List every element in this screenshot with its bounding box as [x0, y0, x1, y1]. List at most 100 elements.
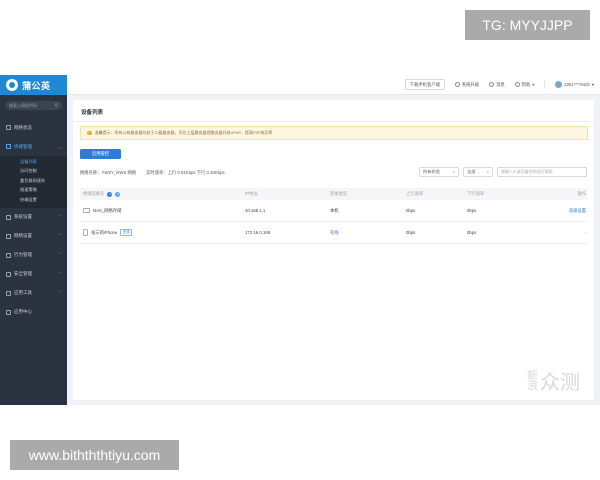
logo[interactable]: 蒲公英 — [0, 75, 67, 95]
sidebar-subitem-terminal-settings[interactable]: 终端设置 — [0, 195, 67, 205]
status-badge: 在线 — [120, 229, 133, 236]
upgrade-link[interactable]: 系统升级 — [454, 81, 480, 88]
overlay-tag-top: TG: MYYJJPP — [465, 10, 590, 40]
table-header: 终端设备名 2 1 IP地址 连接类型 上行速率 下行速率 操作 — [80, 188, 588, 200]
header-upload: 上行速率 — [406, 191, 424, 196]
network-name-value: YWZY_NWS 网络 — [101, 170, 137, 175]
logo-icon — [6, 79, 18, 91]
upgrade-label: 系统升级 — [461, 81, 480, 87]
settings-icon — [6, 214, 11, 220]
sidebar-item-label: 应用工具 — [14, 290, 32, 295]
sidebar-item-label: 应用中心 — [14, 309, 32, 314]
messages-link[interactable]: 消息 — [489, 82, 505, 88]
user-menu[interactable]: 1351****9425 ▾ — [555, 81, 594, 88]
type-filter-select[interactable]: 全部 ∨ — [463, 167, 493, 177]
chevron-down-icon: ▾ — [591, 81, 594, 87]
sidebar-search-placeholder: 搜索入网权代码 — [9, 102, 37, 108]
cell-download: 0bps — [467, 208, 477, 213]
sidebar-item-behavior[interactable]: 行为管理 ﹀ — [0, 246, 67, 265]
avatar — [555, 81, 563, 88]
sidebar-subitem-access-control[interactable]: 访问控制 — [0, 167, 67, 177]
sidebar-item-label: 行为管理 — [14, 252, 32, 257]
sidebar-item-network-settings[interactable]: 网络设置 ﹀ — [0, 227, 67, 246]
network-name-label: 网络名称： — [80, 170, 102, 175]
logo-text: 蒲公英 — [22, 80, 51, 91]
header-ip: IP地址 — [245, 191, 258, 196]
notice-banner: ! 温馨提示：所有公有路由器均处于二级路由器，可在上层路由器把路由器开启UPnP… — [80, 126, 588, 140]
network-icon — [6, 233, 11, 239]
watermark-small-bottom: 浪 — [527, 379, 538, 392]
device-search-input[interactable]: 请输入IP或设备名称进行搜索 — [497, 167, 587, 177]
cell-type: 本机 — [330, 207, 339, 213]
status-filter-select[interactable]: 所有状态 ∨ — [419, 167, 459, 177]
sidebar-item-label: 安全管理 — [14, 271, 32, 276]
device-search-placeholder: 请输入IP或设备名称进行搜索 — [501, 169, 553, 174]
network-info: 网络名称：YWZY_NWS 网络 实时速率：上行 0.61Kbps 下行 0.3… — [80, 170, 225, 176]
chevron-down-icon: ∨ — [486, 170, 489, 174]
count-badge: 2 — [107, 191, 113, 197]
device-name: NAS_网络存储 — [93, 207, 122, 213]
cell-device-name: 张三的iPhone 在线 — [80, 229, 245, 236]
help-label: 帮助 — [521, 81, 531, 87]
sidebar-item-tools[interactable]: 应用工具 ﹀ — [0, 284, 67, 303]
cell-ip: 10.168.1.1 — [245, 208, 266, 213]
sidebar-item-network-status[interactable]: 网络状态 — [0, 118, 67, 137]
chevron-down-icon: ﹀ — [58, 252, 62, 257]
content-card: 设备列表 ! 温馨提示：所有公有路由器均处于二级路由器，可在上层路由器把路由器开… — [73, 100, 594, 400]
realtime-speed: 实时速率：上行 0.61Kbps 下行 0.32Kbps — [146, 170, 225, 176]
sidebar-subitem-load[interactable]: 重负载网速失 — [0, 176, 67, 186]
sidebar-item-app-center[interactable]: 应用中心 — [0, 303, 67, 322]
header-action: 操作 — [577, 191, 586, 196]
type-filter-value: 全部 — [467, 169, 476, 174]
watermark: 新 浪 众测 — [527, 366, 580, 395]
divider — [544, 80, 546, 89]
cell-upload: 0bps — [406, 230, 416, 235]
messages-label: 消息 — [496, 81, 505, 87]
chevron-down-icon: ▾ — [532, 81, 535, 87]
device-name: 张三的iPhone — [91, 229, 118, 235]
network-name: 网络名称：YWZY_NWS 网络 — [80, 170, 136, 176]
watermark-big: 众测 — [540, 372, 580, 394]
chevron-down-icon: ﹀ — [58, 290, 62, 295]
help-link[interactable]: 帮助 ▾ — [514, 81, 535, 88]
apps-icon — [6, 309, 11, 315]
sidebar-subitem-speed-limit[interactable]: 限速策略 — [0, 186, 67, 196]
sidebar-search[interactable]: 搜索入网权代码 ⚲ — [5, 101, 62, 110]
sidebar-item-label: 网络状态 — [14, 124, 32, 130]
shield-icon — [6, 271, 11, 277]
sidebar: 蒲公英 搜索入网权代码 ⚲ 网络状态 终端管理 ︿ 设备列表 访问控制 重负载网… — [0, 75, 67, 405]
sidebar-item-label: 网络设置 — [14, 233, 32, 238]
header-label: 终端设备名 — [83, 191, 105, 196]
help-icon — [514, 82, 520, 87]
notice-text: 温馨提示：所有公有路由器均处于二级路由器，可在上层路由器把路由器开启UPnP，提… — [94, 130, 273, 135]
cell-action: - — [584, 230, 586, 235]
download-client-button[interactable]: 下载手机客户端 — [404, 79, 445, 90]
cell-device-name: NAS_网络存储 — [80, 208, 245, 214]
device-table: 终端设备名 2 1 IP地址 连接类型 上行速率 下行速率 操作 NAS_网络存… — [80, 188, 588, 244]
enable-control-button[interactable]: 启用管控 — [80, 149, 121, 159]
cell-type: 有线 — [330, 229, 339, 235]
phone-icon — [83, 229, 88, 236]
sidebar-item-security[interactable]: 安全管理 ﹀ — [0, 265, 67, 284]
search-icon[interactable]: ⚲ — [54, 103, 58, 109]
chevron-down-icon: ∨ — [452, 170, 455, 174]
overlay-tag-bottom: www.bithththtiyu.com — [10, 440, 179, 470]
cell-ip: 172.16.0.168 — [245, 230, 271, 235]
topbar: 下载手机客户端 系统升级 消息 帮助 ▾ 1351****9425 ▾ — [67, 75, 600, 95]
user-name: 1351****9425 — [564, 82, 590, 87]
sidebar-subitem-device-list[interactable]: 设备列表 — [0, 157, 67, 167]
sidebar-item-device-management[interactable]: 终端管理 ︿ — [0, 137, 67, 156]
header-download: 下行速率 — [467, 191, 485, 196]
sidebar-item-system-settings[interactable]: 系统设置 ﹀ — [0, 208, 67, 227]
watermark-small-top: 新 — [527, 369, 538, 382]
header-device-name: 终端设备名 2 1 — [80, 191, 245, 197]
table-row[interactable]: 张三的iPhone 在线 172.16.0.168 有线 0bps 0bps - — [80, 222, 588, 244]
watermark-small: 新 浪 — [527, 369, 538, 392]
table-row[interactable]: NAS_网络存储 10.168.1.1 本机 0bps 0bps 高级设置 — [80, 200, 588, 222]
divider — [73, 121, 594, 122]
advanced-settings-link[interactable]: 高级设置 — [543, 208, 588, 214]
cell-download: 0bps — [467, 230, 477, 235]
warning-icon: ! — [87, 130, 92, 136]
behavior-icon — [6, 252, 11, 258]
count-badge: 1 — [115, 191, 121, 197]
